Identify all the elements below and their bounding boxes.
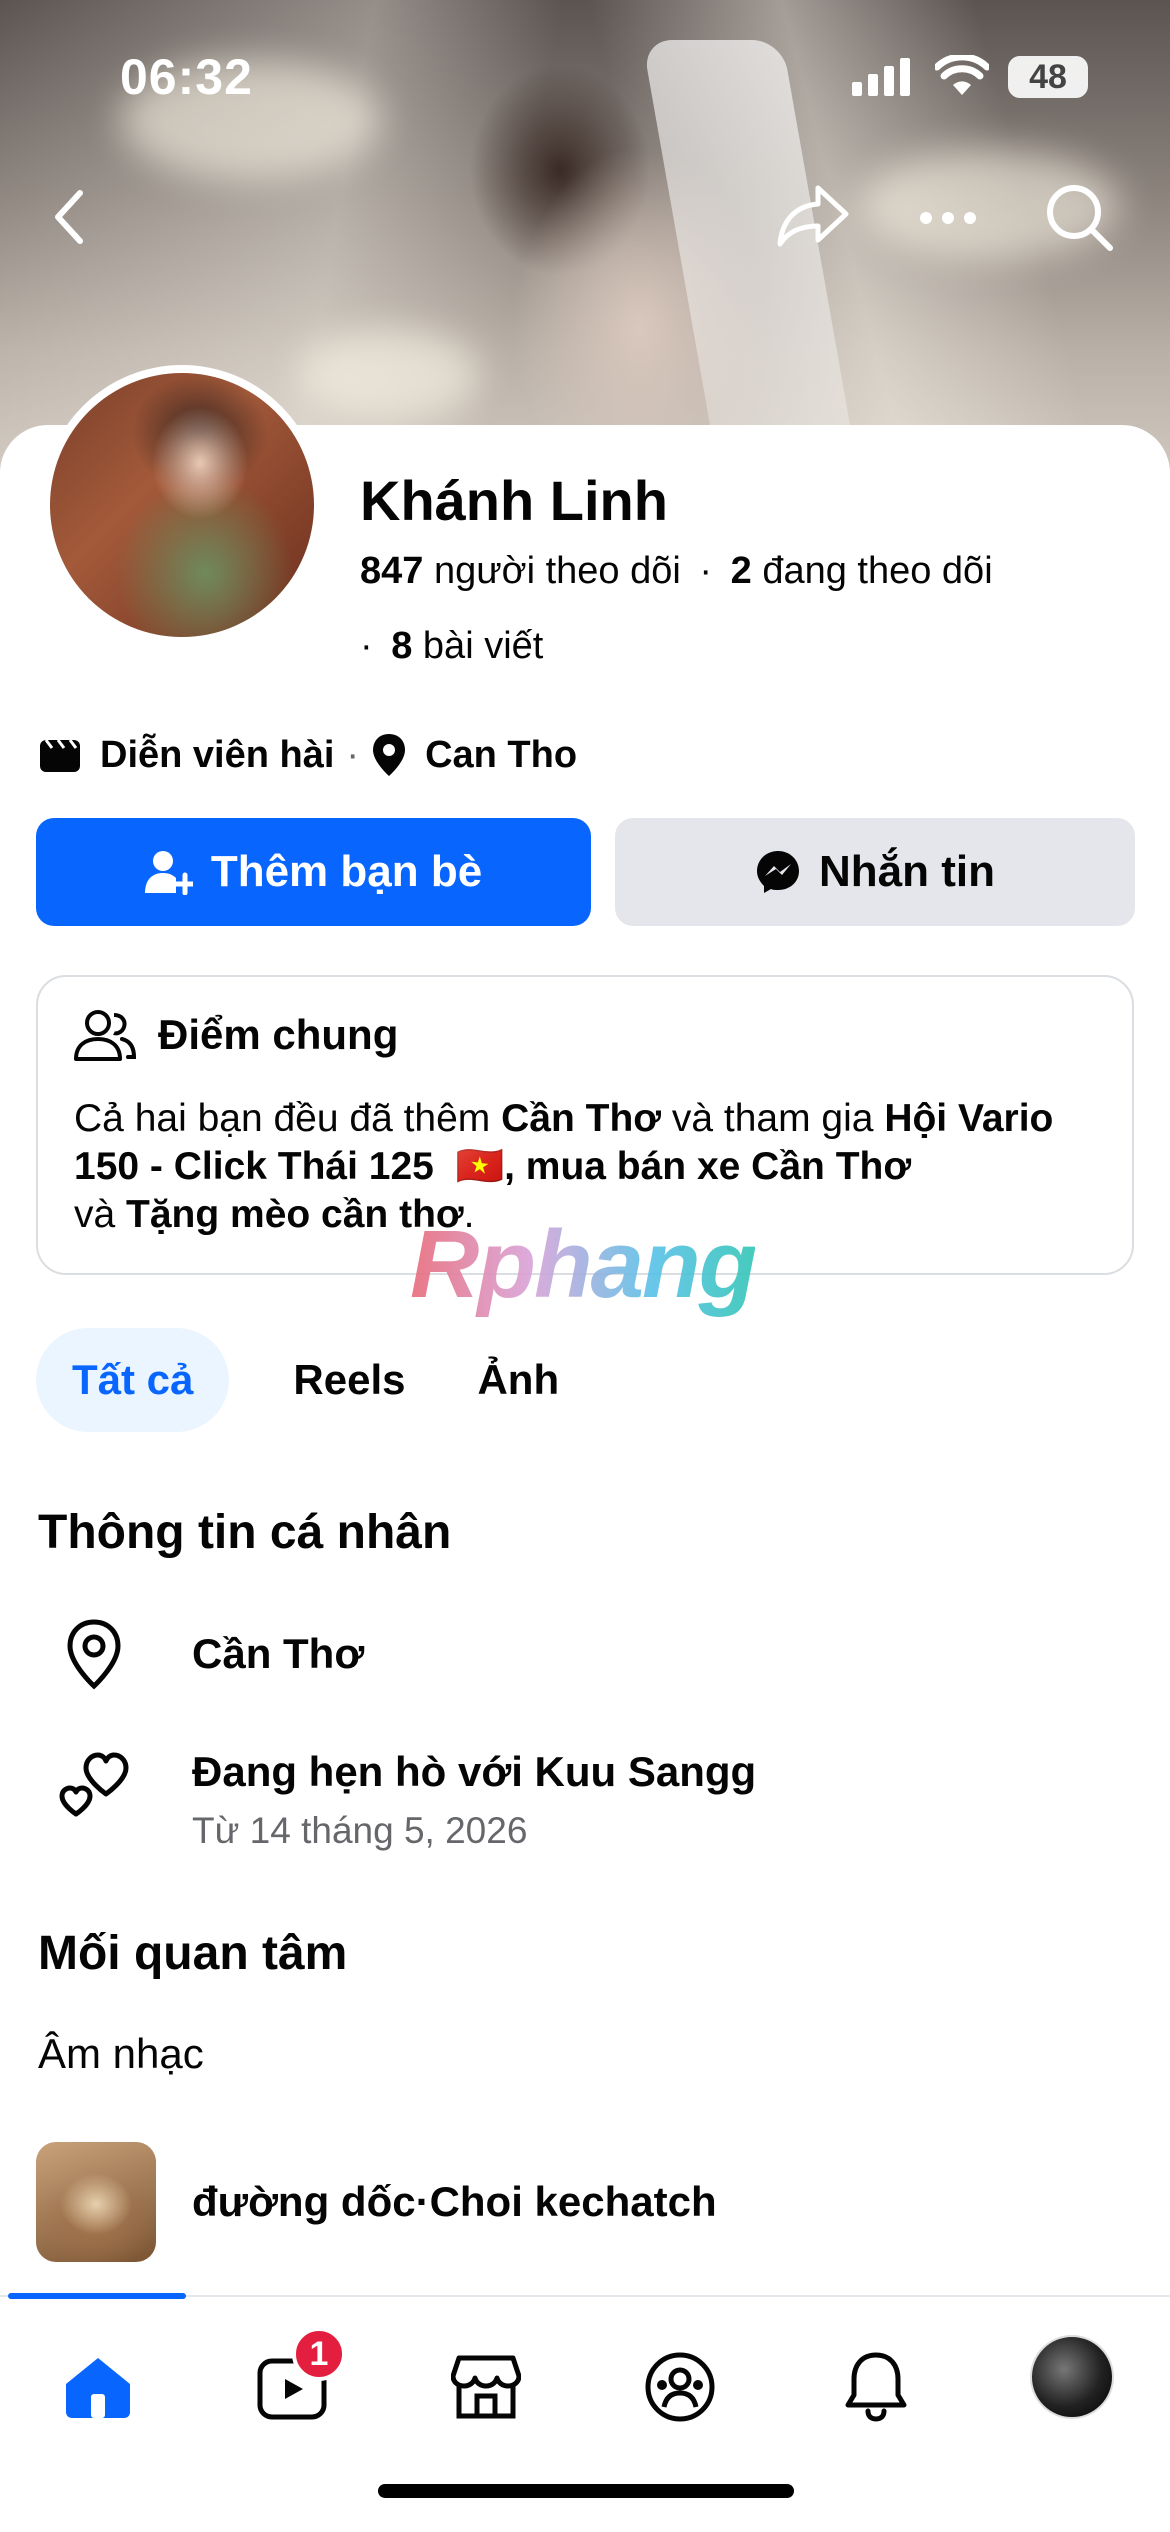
- profile-stats: 847 người theo dõi · 2 đang theo dõi: [360, 550, 993, 592]
- following-label[interactable]: đang theo dõi: [762, 550, 992, 592]
- nav-groups[interactable]: [630, 2337, 730, 2437]
- active-tab-indicator: [8, 2293, 186, 2299]
- message-label: Nhắn tin: [819, 847, 995, 896]
- job-label: Diễn viên hài: [100, 733, 335, 776]
- add-friend-button[interactable]: Thêm bạn bè: [36, 818, 591, 926]
- people-icon: [74, 1010, 136, 1061]
- battery-indicator: 48: [1008, 56, 1088, 98]
- interests-title: Mối quan tâm: [38, 1927, 348, 1980]
- profile-name: Khánh Linh: [360, 469, 668, 532]
- vn-flag-icon: 🇻🇳: [455, 1145, 505, 1188]
- mutual-text-3: và: [74, 1193, 127, 1236]
- message-button[interactable]: Nhắn tin: [615, 818, 1135, 926]
- profile-tabs: Tất cả Reels Ảnh: [36, 1328, 595, 1432]
- bell-icon: [845, 2352, 907, 2422]
- posts-label: bài viết: [422, 625, 544, 667]
- cellular-signal-icon: [852, 58, 910, 96]
- tab-reels[interactable]: Reels: [257, 1328, 441, 1432]
- followers-label[interactable]: người theo dõi: [434, 550, 681, 592]
- nav-home[interactable]: [48, 2337, 148, 2437]
- mutual-link-3[interactable]: , mua bán xe Cần Thơ: [504, 1145, 911, 1188]
- interest-item[interactable]: đường dốc·Choi kechatch: [192, 2178, 717, 2226]
- posts-count: 8: [391, 625, 413, 667]
- nav-marketplace[interactable]: [436, 2337, 536, 2437]
- tab-all[interactable]: Tất cả: [36, 1328, 230, 1432]
- nav-profile-avatar[interactable]: [1030, 2335, 1114, 2419]
- home-icon: [66, 2358, 130, 2418]
- hearts-icon: [59, 1752, 129, 1817]
- wifi-icon: [935, 55, 989, 95]
- location-pin-icon: [373, 734, 406, 776]
- watermark-logo: Rphang: [410, 1211, 757, 1318]
- status-bar: 06:32 48: [0, 0, 1170, 150]
- location-label[interactable]: Can Tho: [425, 734, 577, 777]
- status-time: 06:32: [120, 49, 253, 105]
- following-count[interactable]: 2: [731, 550, 752, 592]
- personal-info-title: Thông tin cá nhân: [38, 1506, 452, 1559]
- mutual-link-1[interactable]: Cần Thơ: [501, 1097, 661, 1140]
- groups-icon: [645, 2352, 715, 2422]
- city-info: Cần Thơ: [192, 1630, 365, 1677]
- intro-line: Diễn viên hài · Can Tho: [38, 730, 577, 780]
- tab-photos[interactable]: Ảnh: [441, 1328, 595, 1432]
- clapperboard-icon: [40, 739, 80, 772]
- location-pin-icon: [67, 1619, 121, 1690]
- profile-avatar[interactable]: [50, 373, 314, 637]
- notification-badge: 1: [292, 2327, 346, 2381]
- home-indicator: [378, 2484, 794, 2498]
- mutual-text-2: và tham gia: [661, 1097, 885, 1140]
- mutual-title: Điểm chung: [158, 1011, 399, 1058]
- add-friend-label: Thêm bạn bè: [210, 847, 483, 896]
- nav-notifications[interactable]: [826, 2337, 926, 2437]
- add-friend-icon: [144, 851, 193, 895]
- posts-stats: · 8 bài viết: [360, 625, 544, 667]
- share-icon[interactable]: [776, 182, 850, 250]
- messenger-icon: [757, 851, 799, 893]
- relationship-info[interactable]: Đang hẹn hò với Kuu Sangg: [192, 1748, 756, 1796]
- back-icon[interactable]: [50, 185, 90, 249]
- interest-thumbnail[interactable]: [36, 2142, 156, 2262]
- relationship-date: Từ 14 tháng 5, 2026: [192, 1810, 528, 1851]
- interests-category: Âm nhạc: [38, 2030, 204, 2077]
- marketplace-icon: [451, 2355, 521, 2419]
- followers-count[interactable]: 847: [360, 550, 423, 592]
- more-options-icon[interactable]: [918, 210, 978, 226]
- mutual-text-1: Cả hai bạn đều đã thêm: [74, 1097, 502, 1140]
- search-icon[interactable]: [1044, 182, 1116, 254]
